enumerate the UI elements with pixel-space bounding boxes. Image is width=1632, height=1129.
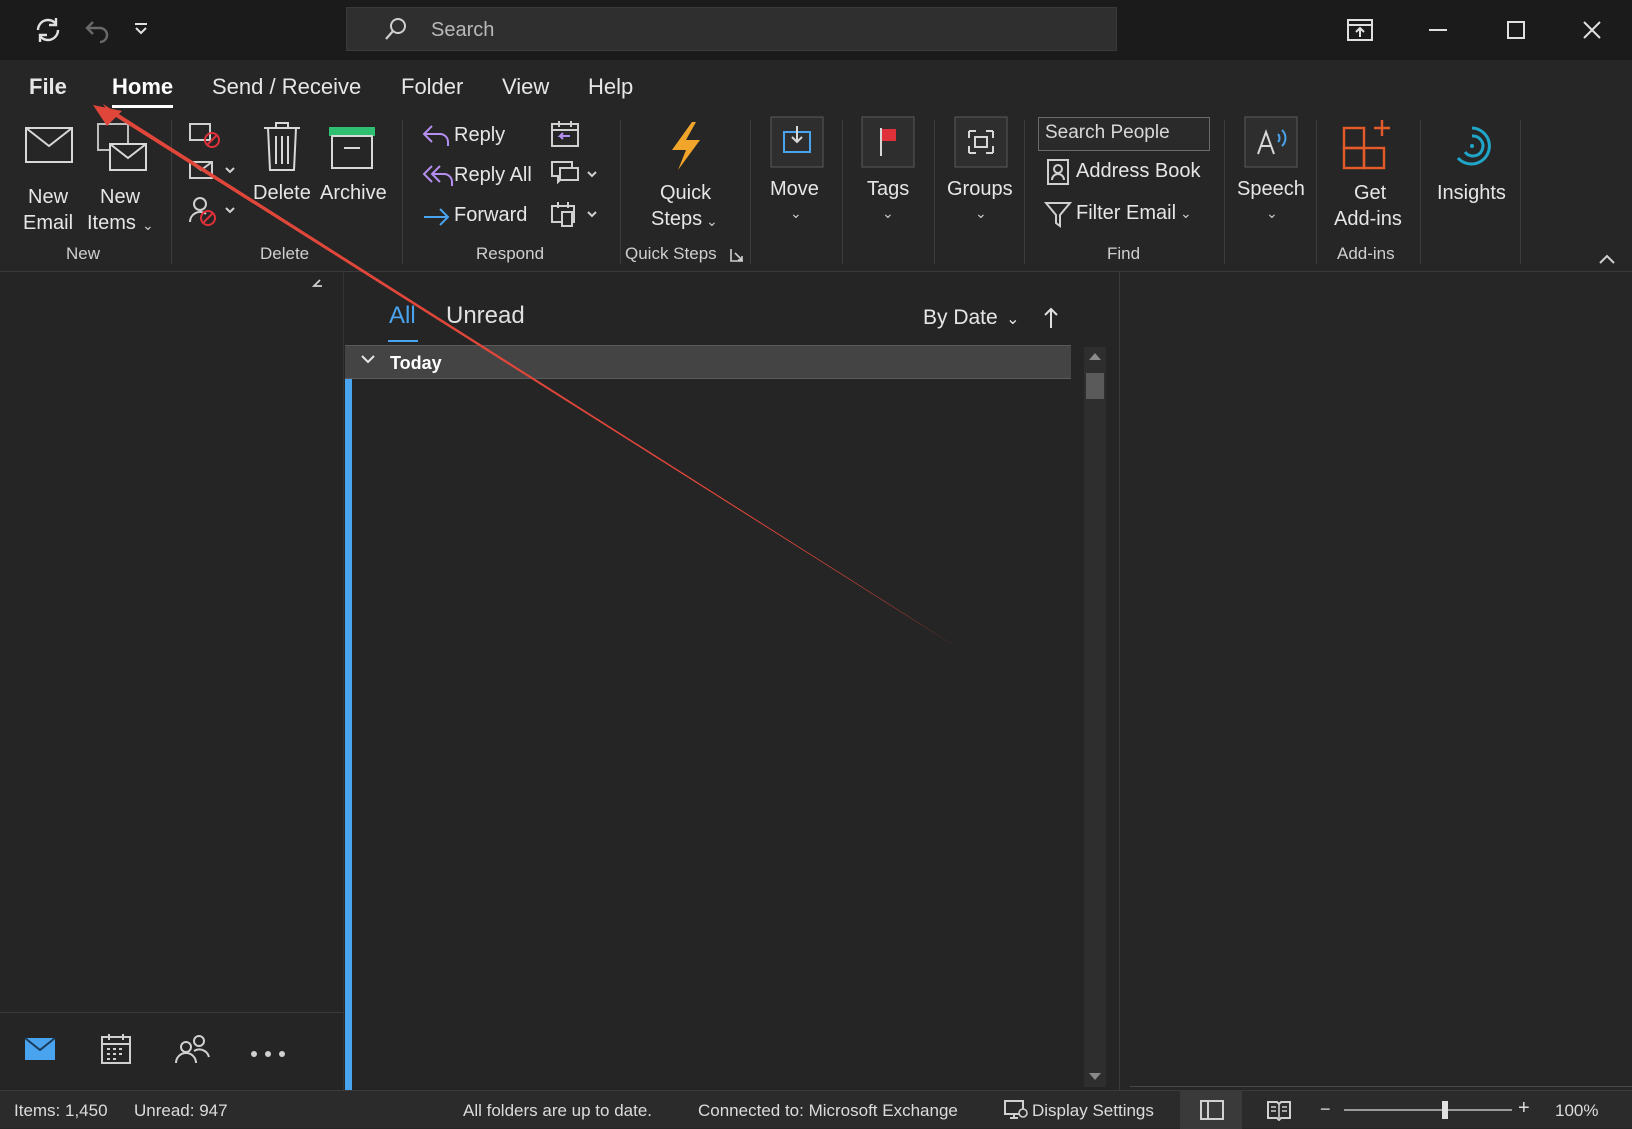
connection-status: Connected to: Microsoft Exchange [698, 1101, 958, 1120]
reading-view-button[interactable] [1266, 1099, 1292, 1126]
zoom-level: 100% [1555, 1101, 1599, 1120]
zoom-slider-thumb[interactable] [1441, 1101, 1448, 1119]
reading-view-icon [1267, 1101, 1291, 1122]
status-bar: Items: 1,450 Unread: 947 All folders are… [0, 1090, 1632, 1129]
zoom-in-button[interactable]: + [1518, 1097, 1530, 1120]
normal-view-button[interactable] [1180, 1091, 1242, 1129]
normal-view-icon [1200, 1100, 1224, 1120]
annotation-arrow [93, 104, 966, 653]
zoom-out-button[interactable]: − [1320, 1099, 1331, 1120]
sync-status: All folders are up to date. [463, 1101, 653, 1120]
display-settings-label: Display Settings [1032, 1101, 1154, 1120]
display-settings-icon [1004, 1099, 1028, 1126]
unread-count: Unread: 947 [134, 1101, 228, 1120]
annotation-arrow-shaft [103, 104, 966, 653]
items-count: Items: 1,450 [14, 1101, 108, 1120]
zoom-slider[interactable] [1344, 1101, 1512, 1119]
